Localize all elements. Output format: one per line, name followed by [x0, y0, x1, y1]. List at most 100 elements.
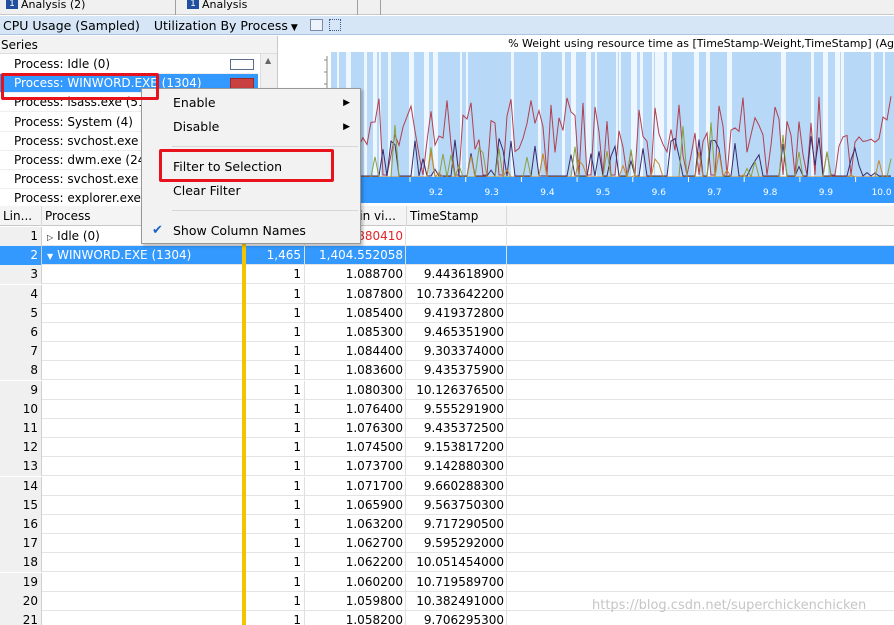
expand-arrow-icon[interactable]: ▷: [47, 233, 53, 242]
tab-analysis-2[interactable]: 1 Analysis (2): [6, 0, 85, 15]
series-item-idle[interactable]: Process: Idle (0): [0, 55, 258, 74]
cell-process[interactable]: ▼ WINWORD.EXE (1304): [44, 246, 244, 266]
cell-line: 18: [0, 553, 42, 573]
menu-item-label: Disable: [173, 119, 220, 134]
cell-weight: 1.062200: [306, 553, 406, 573]
cell-count: 1: [248, 399, 305, 419]
table-row[interactable]: 7 1 1.084400 9.303374000: [0, 342, 894, 362]
cell-weight: 1.060200: [306, 572, 406, 592]
cell-weight: 1.059800: [306, 591, 406, 611]
column-header-timestamp[interactable]: TimeStamp: [407, 206, 507, 226]
series-item-label: Process: svchost.exe (: [14, 172, 147, 186]
view-preset-dropdown[interactable]: Utilization By Process ▼: [154, 18, 298, 33]
menu-item-clear-filter[interactable]: Clear Filter: [142, 180, 360, 202]
table-row[interactable]: 15 1 1.065900 9.563750300: [0, 495, 894, 515]
x-axis-tick-label: 9.5: [596, 188, 610, 198]
table-row[interactable]: 5 1 1.085400 9.419372800: [0, 303, 894, 323]
graph-gap-stripe: [841, 52, 844, 177]
table-row[interactable]: 4 1 1.087800 10.733642200: [0, 284, 894, 304]
graph-header: CPU Usage (Sampled) Utilization By Proce…: [0, 16, 894, 35]
cell-count: 1: [248, 553, 305, 573]
graph-gap-stripe: [871, 52, 874, 177]
view-preset-label: Utilization By Process: [153, 17, 288, 33]
cell-line: 21: [0, 611, 42, 625]
table-row[interactable]: 12 1 1.074500 9.153817200: [0, 438, 894, 458]
scroll-up-icon[interactable]: ▲: [265, 56, 271, 65]
cell-process-label: WINWORD.EXE (1304): [57, 248, 192, 263]
table-row[interactable]: 11 1 1.076300 9.435372500: [0, 419, 894, 438]
tab-divider: [357, 0, 358, 15]
series-item-label: Process: lsass.exe (51: [14, 95, 146, 109]
graph-title: CPU Usage (Sampled): [3, 17, 140, 33]
cell-weight: 1.088700: [306, 265, 406, 285]
cell-line: 9: [0, 380, 42, 400]
table-row[interactable]: 17 1 1.062700 9.595292000: [0, 534, 894, 554]
tab-label: Analysis: [202, 0, 248, 11]
menu-item-filter-to-selection[interactable]: Filter to Selection: [142, 156, 360, 178]
display-table-icon[interactable]: [328, 19, 341, 31]
cell-line: 3: [0, 265, 42, 285]
cell-count: 1: [248, 572, 305, 592]
cell-timestamp: 9.419372800: [407, 303, 507, 323]
x-axis-tick-label: 9.3: [485, 188, 499, 198]
x-axis-tick-label: 9.9: [819, 188, 834, 198]
tab-divider: [380, 0, 381, 15]
tab-strip: 1 Analysis (2) 1 Analysis: [0, 0, 894, 15]
cell-weight: 1.071700: [306, 476, 406, 496]
cell-count: 1: [248, 611, 305, 625]
cell-line: 5: [0, 303, 42, 323]
cell-count: 1: [248, 495, 305, 515]
table-row[interactable]: 16 1 1.063200 9.717290500: [0, 515, 894, 534]
graph-canvas: 9.29.39.49.59.69.79.89.910.010.1: [324, 52, 894, 203]
cell-process-label: Idle (0): [57, 229, 100, 243]
cell-weight: 1,404.552058: [306, 246, 406, 266]
cell-timestamp: 9.555291900: [407, 399, 507, 419]
menu-separator: [172, 146, 358, 147]
table-row[interactable]: 10 1 1.076400 9.555291900: [0, 399, 894, 419]
graph-plot-area: [331, 52, 894, 177]
cell-count: 1: [248, 323, 305, 342]
cell-line: 6: [0, 323, 42, 342]
cell-weight: 1.083600: [306, 361, 406, 381]
menu-item-show-column-names[interactable]: ✔ Show Column Names: [142, 220, 360, 242]
menu-item-label: Show Column Names: [173, 223, 306, 238]
column-header-line[interactable]: Lin...: [0, 206, 42, 226]
table-row[interactable]: 1 ▷ Idle (0) 880410: [0, 227, 894, 246]
cpu-usage-graph[interactable]: 9.29.39.49.59.69.79.89.910.010.1 % Weigh…: [279, 36, 894, 204]
cell-timestamp: 9.595292000: [407, 534, 507, 554]
x-axis-tick-label: 9.2: [429, 188, 443, 198]
series-color-swatch: [230, 59, 254, 70]
collapse-arrow-icon[interactable]: ▼: [47, 252, 53, 261]
tab-analysis[interactable]: 1 Analysis: [187, 0, 247, 15]
display-graph-icon[interactable]: [309, 19, 323, 31]
table-row[interactable]: 21 1 1.058200 9.706295300: [0, 611, 894, 625]
table-row[interactable]: 9 1 1.080300 10.126376500: [0, 380, 894, 400]
tab-label: Analysis (2): [21, 0, 86, 11]
graph-gap-stripe: [883, 52, 885, 177]
cell-timestamp: 9.660288300: [407, 476, 507, 496]
cell-timestamp: 9.303374000: [407, 342, 507, 362]
tab-number-badge: 1: [187, 0, 199, 9]
table-row[interactable]: 6 1 1.085300 9.465351900: [0, 323, 894, 342]
table-row[interactable]: 2 ▼ WINWORD.EXE (1304) 1,465 1,404.552058: [0, 246, 894, 266]
series-item-label: Process: svchost.exe (: [14, 134, 147, 148]
chevron-down-icon: ▼: [290, 22, 298, 33]
table-row[interactable]: 13 1 1.073700 9.142880300: [0, 457, 894, 477]
cell-count: 1: [248, 303, 305, 323]
tab-divider: [175, 0, 176, 15]
cell-line: 19: [0, 572, 42, 592]
table-row[interactable]: 18 1 1.062200 10.051454000: [0, 553, 894, 573]
graph-gap-stripe: [661, 52, 664, 177]
grouping-divider-bar[interactable]: [242, 226, 246, 625]
table-row[interactable]: 8 1 1.083600 9.435375900: [0, 361, 894, 381]
graph-gap-stripe: [364, 52, 367, 177]
cell-count: 1: [248, 476, 305, 496]
table-row[interactable]: 19 1 1.060200 10.719589700: [0, 572, 894, 592]
cell-timestamp: 9.153817200: [407, 438, 507, 458]
table-row[interactable]: 3 1 1.088700 9.443618900: [0, 265, 894, 285]
cell-count: 1: [248, 438, 305, 458]
menu-item-enable[interactable]: Enable ▶: [142, 92, 360, 114]
table-row[interactable]: 14 1 1.071700 9.660288300: [0, 476, 894, 496]
cell-count: 1: [248, 265, 305, 285]
menu-item-disable[interactable]: Disable ▶: [142, 116, 360, 138]
